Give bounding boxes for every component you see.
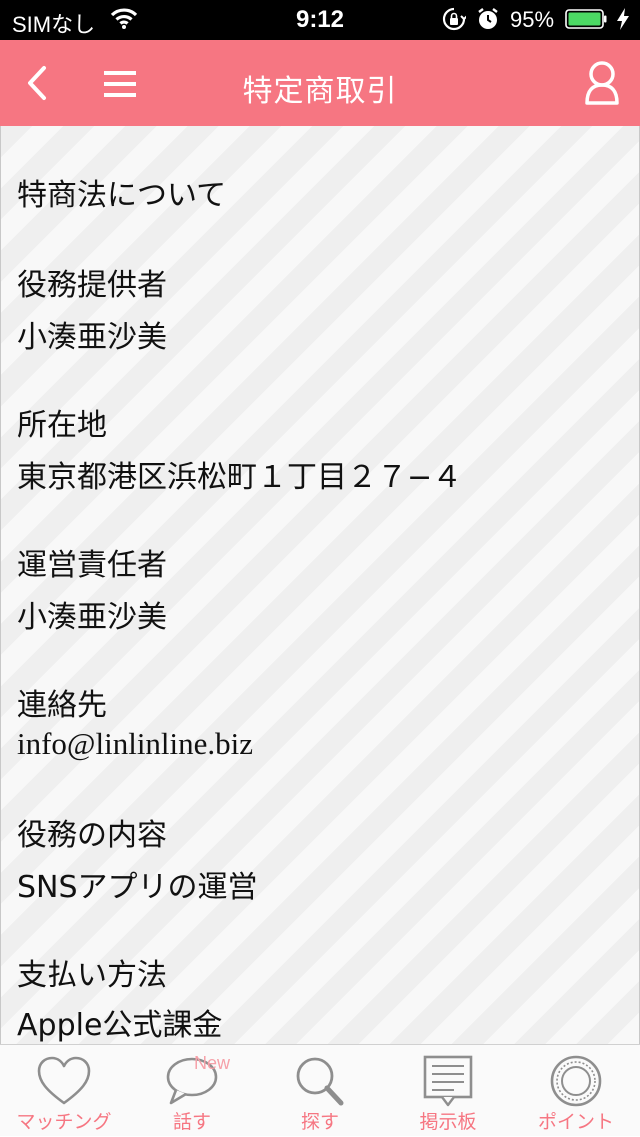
app-header: 特定商取引	[0, 40, 640, 126]
label-service-content: 役務の内容	[17, 818, 167, 853]
value-contact-email: info@linlinline.biz	[17, 726, 254, 761]
rotation-lock-icon	[442, 7, 466, 31]
tab-search[interactable]: 探す	[256, 1045, 384, 1137]
heart-icon	[37, 1056, 91, 1105]
tab-points-label: ポイント	[537, 1111, 614, 1133]
bottom-tab-bar: マッチング New 話す 探す 掲示板 ポイント	[0, 1044, 640, 1136]
battery-icon	[565, 9, 607, 29]
coin-icon	[550, 1055, 602, 1107]
alarm-icon	[478, 8, 498, 29]
tab-matching[interactable]: マッチング	[0, 1045, 128, 1137]
tokusho-content: 特商法について 役務提供者 小湊亜沙美 所在地 東京都港区浜松町１丁目２７−４ …	[0, 126, 640, 1044]
search-icon	[296, 1057, 344, 1106]
tab-points[interactable]: ポイント	[512, 1045, 640, 1137]
label-manager: 運営責任者	[17, 548, 167, 583]
new-badge: New	[194, 1053, 231, 1073]
value-payment-method: Apple公式課金	[17, 1008, 223, 1043]
tab-talk-label: 話す	[172, 1111, 211, 1133]
label-contact: 連絡先	[17, 688, 107, 723]
page-title: 特定商取引	[242, 74, 398, 109]
tab-matching-label: マッチング	[16, 1111, 112, 1133]
value-address: 東京都港区浜松町１丁目２７−４	[17, 460, 463, 495]
status-bar: SIMなし 9:12 95%	[0, 0, 640, 40]
tab-search-label: 探す	[300, 1111, 339, 1133]
profile-icon[interactable]	[582, 60, 622, 106]
label-address: 所在地	[17, 408, 107, 443]
tab-talk[interactable]: New 話す	[128, 1045, 256, 1137]
value-service-content: SNSアプリの運営	[17, 870, 258, 905]
battery-percent: 95%	[510, 7, 555, 32]
section-heading-tokusho: 特商法について	[17, 178, 227, 213]
label-payment-method: 支払い方法	[17, 958, 167, 993]
value-manager: 小湊亜沙美	[17, 600, 167, 635]
charging-bolt-icon	[617, 8, 629, 30]
label-service-provider: 役務提供者	[17, 268, 167, 303]
tab-board-label: 掲示板	[419, 1111, 477, 1133]
tab-board[interactable]: 掲示板	[384, 1045, 512, 1137]
board-icon	[423, 1055, 473, 1107]
value-service-provider: 小湊亜沙美	[17, 320, 167, 355]
